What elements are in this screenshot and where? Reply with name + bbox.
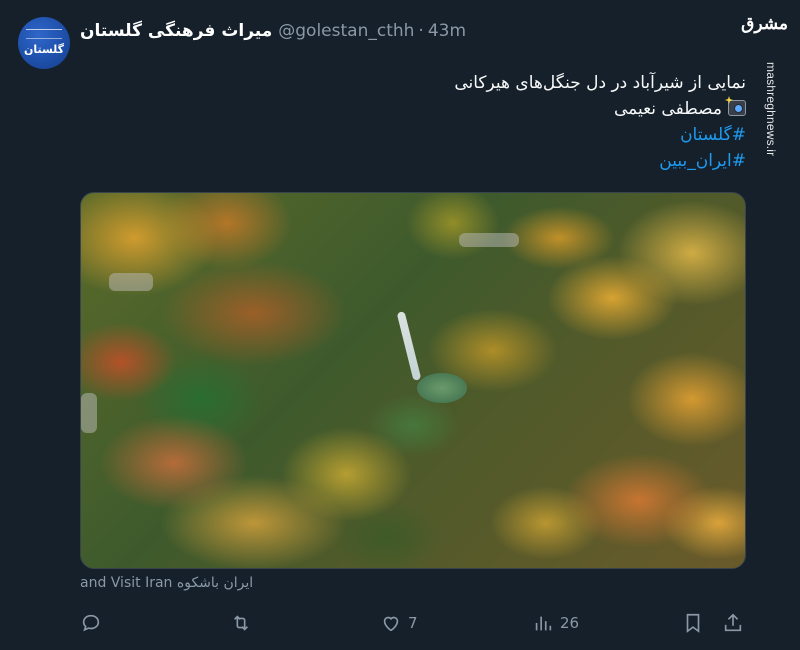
reply-button[interactable]: [80, 608, 108, 638]
photographer-line: مصطفی نعیمی: [106, 96, 746, 122]
tweet-photo[interactable]: [80, 192, 746, 569]
photo-pool: [417, 373, 467, 403]
hashtag-iran-bebin[interactable]: #ایران_ببین: [106, 148, 746, 174]
reply-icon: [82, 614, 100, 632]
avatar-logo-text: گلستان: [23, 43, 65, 56]
photo-rock: [109, 273, 153, 291]
bookmark-icon: [686, 613, 700, 633]
heart-icon: [383, 616, 399, 632]
photographer-name: مصطفی نعیمی: [613, 99, 722, 119]
action-bar: 7 26: [80, 608, 746, 638]
tweet: مشرق mashreghnews.ir گلستان میراث فرهنگی…: [0, 0, 800, 650]
avatar[interactable]: گلستان: [18, 17, 70, 69]
hashtag-golestan[interactable]: #گلستان: [106, 122, 746, 148]
tweet-text-line: نمایی از شیرآباد در دل جنگل‌های هیرکانی: [454, 73, 746, 93]
tweet-text: نمایی از شیرآباد در دل جنگل‌های هیرکانی …: [106, 70, 746, 174]
photo-rock: [459, 233, 519, 247]
header-separator: ·: [418, 21, 424, 41]
share-icon: [724, 613, 742, 632]
watermark-logo: مشرق: [741, 14, 788, 34]
bookmark-button[interactable]: [682, 608, 704, 638]
like-button[interactable]: 7: [380, 608, 418, 638]
share-button[interactable]: [722, 608, 744, 638]
watermark-site: mashreghnews.ir: [764, 62, 778, 157]
tweet-header: میراث فرهنگی گلستان @golestan_cthh · 43m: [80, 19, 466, 43]
retweet-icon: [233, 615, 249, 631]
photo-waterfall: [396, 311, 422, 381]
user-handle[interactable]: @golestan_cthh: [278, 21, 414, 41]
views-count: 26: [560, 614, 580, 632]
like-count: 7: [408, 614, 418, 632]
photo-caption[interactable]: ایران باشکوه and Visit Iran: [80, 575, 253, 591]
display-name[interactable]: میراث فرهنگی گلستان: [80, 21, 272, 41]
tweet-timestamp[interactable]: 43m: [428, 21, 466, 41]
views-icon: [535, 616, 552, 631]
camera-flash-icon: [728, 100, 746, 116]
avatar-decoration: [26, 29, 62, 39]
watermark: مشرق mashreghnews.ir: [741, 8, 792, 156]
views-button[interactable]: 26: [532, 608, 579, 638]
photo-rock: [81, 393, 97, 433]
retweet-button[interactable]: [230, 608, 258, 638]
